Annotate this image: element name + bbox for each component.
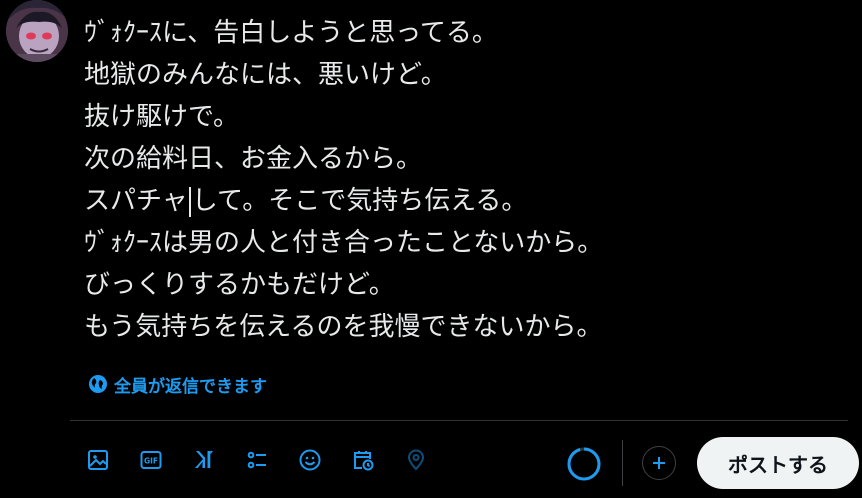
composer-toolbar: GIF: [84, 446, 455, 474]
schedule-icon[interactable]: [349, 446, 377, 474]
location-icon[interactable]: [402, 446, 430, 474]
grok-icon[interactable]: [190, 446, 218, 474]
reply-setting-label: 全員が返信できます: [114, 376, 267, 397]
gif-icon-label: GIF: [144, 457, 158, 466]
text-before-caret: スパチャ: [84, 186, 188, 216]
toolbar-separator: [622, 440, 623, 486]
image-icon[interactable]: [84, 446, 112, 474]
plus-icon: [653, 457, 665, 469]
avatar-image: [6, 0, 68, 62]
avatar[interactable]: [6, 0, 68, 62]
text-after-caret: して。そこで気持ち伝える。: [191, 186, 528, 216]
text-line: ｳﾞｫｸｰｽは男の人と付き合ったことないから。: [84, 228, 604, 258]
progress-ring-icon: [567, 447, 601, 481]
poll-icon[interactable]: [243, 446, 271, 474]
text-line: ｳﾞｫｸｰｽに、告白しようと思ってる。: [84, 18, 498, 48]
add-post-button[interactable]: [642, 446, 676, 480]
text-line: 次の給料日、お金入るから。: [84, 144, 423, 174]
text-line: 抜け駆けで。: [84, 102, 239, 132]
gif-icon[interactable]: GIF: [137, 446, 165, 474]
text-line: びっくりするかもだけど。: [84, 270, 395, 300]
character-counter: [566, 446, 602, 482]
text-line-with-caret: スパチャ して。そこで気持ち伝える。: [84, 180, 854, 222]
text-line: 地獄のみんなには、悪いけど。: [84, 60, 447, 90]
reply-setting-button[interactable]: 全員が返信できます: [88, 372, 267, 397]
text-caret: [188, 186, 191, 217]
emoji-icon[interactable]: [296, 446, 324, 474]
globe-icon: [89, 375, 107, 393]
divider: [70, 420, 848, 421]
post-button[interactable]: ポストする: [697, 437, 859, 489]
text-line: もう気持ちを伝えるのを我慢できないから。: [84, 312, 603, 342]
post-text-editor[interactable]: ｳﾞｫｸｰｽに、告白しようと思ってる。 地獄のみんなには、悪いけど。 抜け駆けで…: [84, 12, 854, 348]
post-composer: ｳﾞｫｸｰｽに、告白しようと思ってる。 地獄のみんなには、悪いけど。 抜け駆けで…: [0, 0, 862, 498]
